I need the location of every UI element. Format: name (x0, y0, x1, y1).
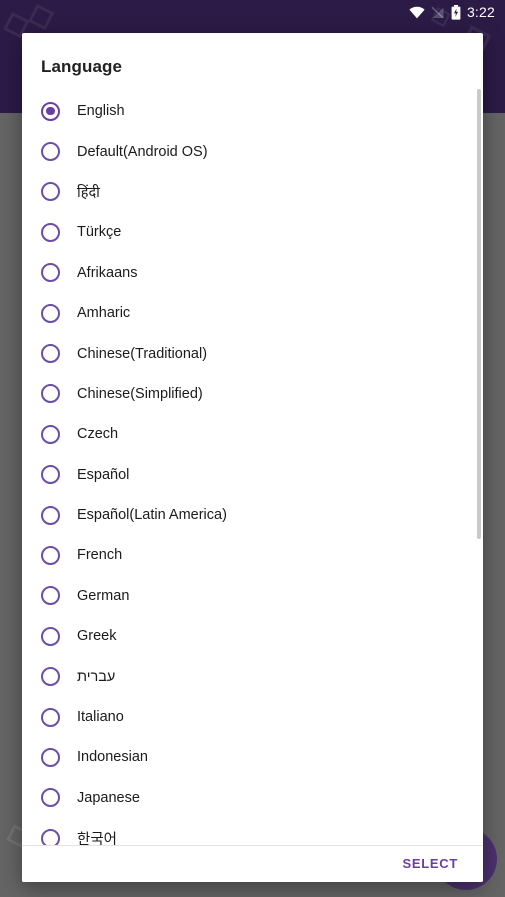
language-option-row[interactable]: Español (22, 455, 483, 495)
language-option-label: Default(Android OS) (77, 143, 208, 160)
dialog-actions: SELECT (22, 845, 483, 882)
radio-button[interactable] (41, 747, 60, 767)
radio-button[interactable] (41, 263, 60, 283)
language-option-label: Español (77, 466, 130, 483)
radio-button[interactable] (41, 182, 60, 202)
language-option-row[interactable]: Italiano (22, 697, 483, 737)
list-scrollbar[interactable] (477, 89, 482, 845)
radio-button[interactable] (41, 303, 60, 323)
language-option-row[interactable]: Default(Android OS) (22, 131, 483, 171)
radio-button[interactable] (41, 344, 60, 364)
language-option-row[interactable]: 한국어 (22, 818, 483, 845)
radio-button[interactable] (41, 222, 60, 242)
language-option-label: French (77, 547, 123, 564)
language-option-row[interactable]: Chinese(Traditional) (22, 333, 483, 373)
radio-button[interactable] (41, 828, 60, 845)
language-option-row[interactable]: עברית (22, 656, 483, 696)
language-option-label: Chinese(Traditional) (77, 345, 208, 362)
battery-charging-icon (451, 4, 461, 20)
language-option-label: हिंदी (77, 184, 100, 201)
language-option-row[interactable]: Türkçe (22, 212, 483, 252)
language-option-row[interactable]: Greek (22, 616, 483, 656)
radio-button-selected[interactable] (41, 101, 60, 121)
language-option-label: Amharic (77, 305, 131, 322)
language-option-row[interactable]: Indonesian (22, 737, 483, 777)
language-option-row[interactable]: Amharic (22, 293, 483, 333)
radio-button[interactable] (41, 545, 60, 565)
language-option-row[interactable]: German (22, 576, 483, 616)
language-option-row[interactable]: English (22, 91, 483, 131)
language-option-label: Czech (77, 426, 119, 443)
status-bar: 3:22 (0, 0, 505, 24)
radio-button[interactable] (41, 707, 60, 727)
phone-screen: ◇◇ ◇ ◇ ◇ ➤ 3:22 Language (0, 0, 505, 897)
language-option-row[interactable]: Afrikaans (22, 253, 483, 293)
language-option-row[interactable]: Chinese(Simplified) (22, 374, 483, 414)
language-option-label: Türkçe (77, 224, 122, 241)
language-option-label: Español(Latin America) (77, 507, 227, 524)
language-option-row[interactable]: French (22, 535, 483, 575)
dialog-title: Language (41, 57, 123, 76)
radio-button[interactable] (41, 384, 60, 404)
wifi-icon (409, 6, 425, 19)
language-option-label: German (77, 587, 130, 604)
language-option-row[interactable]: हिंदी (22, 172, 483, 212)
language-option-label: English (77, 103, 125, 120)
language-option-row[interactable]: Japanese (22, 778, 483, 818)
radio-button[interactable] (41, 465, 60, 485)
list-scrollbar-thumb[interactable] (477, 89, 481, 539)
radio-button[interactable] (41, 626, 60, 646)
radio-button[interactable] (41, 505, 60, 525)
language-option-label: Greek (77, 628, 117, 645)
radio-button[interactable] (41, 788, 60, 808)
language-option-label: Italiano (77, 709, 124, 726)
language-option-row[interactable]: Czech (22, 414, 483, 454)
language-option-label: Indonesian (77, 749, 148, 766)
language-option-label: Chinese(Simplified) (77, 385, 203, 402)
status-bar-clock: 3:22 (466, 4, 495, 20)
radio-button[interactable] (41, 424, 60, 444)
language-option-label: 한국어 (77, 831, 118, 845)
signal-off-icon (431, 6, 445, 19)
language-option-label: Japanese (77, 789, 140, 806)
language-option-row[interactable]: Español(Latin America) (22, 495, 483, 535)
radio-button[interactable] (41, 142, 60, 162)
language-option-label: עברית (77, 668, 116, 685)
radio-button[interactable] (41, 667, 60, 687)
select-button[interactable]: SELECT (397, 850, 464, 877)
radio-button[interactable] (41, 586, 60, 606)
language-option-list[interactable]: English Default(Android OS) हिंदी Türkçe Afr… (22, 89, 483, 845)
language-option-label: Afrikaans (77, 264, 138, 281)
language-dialog: Language English Default(Android OS) हिंदी… (22, 33, 483, 882)
